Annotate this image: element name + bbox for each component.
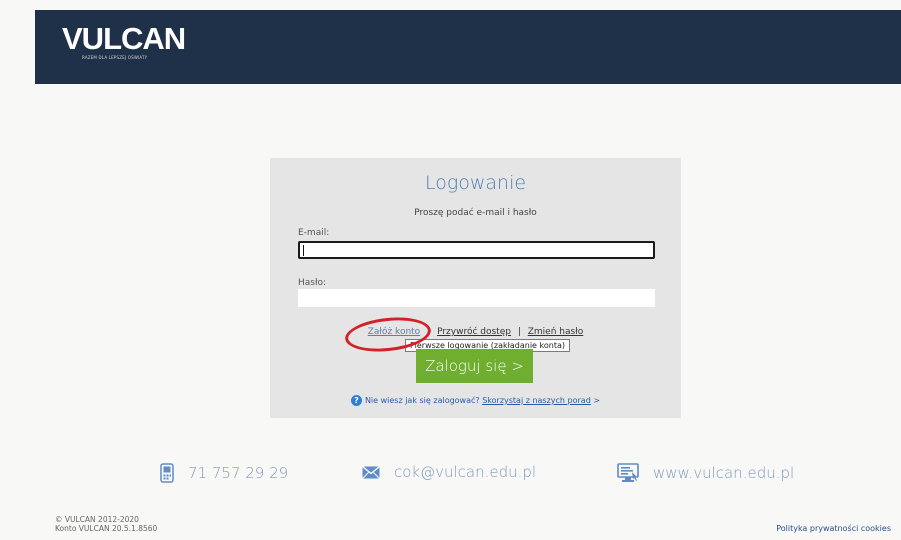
email-label: E-mail: xyxy=(298,228,330,238)
contact-phone: 71 757 29 29 xyxy=(160,463,288,483)
password-label: Hasło: xyxy=(298,278,327,288)
restore-access-link[interactable]: Przywróć dostęp xyxy=(437,327,511,337)
link-separator: | xyxy=(517,327,521,337)
help-link[interactable]: Skorzystaj z naszych porad xyxy=(482,396,591,405)
envelope-icon xyxy=(362,465,380,479)
login-title: Logowanie xyxy=(424,172,527,194)
contact-email-address[interactable]: cok@vulcan.edu.pl xyxy=(394,463,536,481)
phone-icon xyxy=(160,463,174,483)
email-field[interactable] xyxy=(298,241,655,259)
website-url[interactable]: www.vulcan.edu.pl xyxy=(653,464,794,482)
version-text: Konto VULCAN 20.5.1.8560 xyxy=(55,524,158,533)
help-text: Nie wiesz jak się zalogować? xyxy=(364,396,480,405)
change-password-link[interactable]: Zmień hasło xyxy=(528,327,584,337)
password-field[interactable] xyxy=(298,289,655,307)
phone-number: 71 757 29 29 xyxy=(188,464,289,482)
contact-website: www.vulcan.edu.pl xyxy=(617,463,794,483)
help-row: ? Nie wiesz jak się zalogować? Skorzystaj… xyxy=(270,395,681,406)
contact-email: cok@vulcan.edu.pl xyxy=(362,463,536,481)
login-button[interactable]: Zaloguj się > xyxy=(416,349,533,383)
copyright-text: © VULCAN 2012-2020 xyxy=(55,515,139,524)
page: VULCAN RAZEM DLA LEPSZEJ OŚWIATY Logowan… xyxy=(0,0,901,540)
cookies-link[interactable]: Polityka prywatności cookies xyxy=(776,524,891,533)
copyright-block: © VULCAN 2012-2020 Konto VULCAN 20.5.1.8… xyxy=(55,515,157,533)
logo-text: VULCAN xyxy=(62,21,186,56)
header-bar: VULCAN RAZEM DLA LEPSZEJ OŚWIATY xyxy=(35,10,901,84)
computer-icon xyxy=(617,463,639,482)
login-subtitle: Proszę podać e-mail i hasło xyxy=(414,208,537,218)
question-icon: ? xyxy=(350,395,362,406)
text-caret xyxy=(303,245,304,256)
login-panel: Logowanie Proszę podać e-mail i hasło E-… xyxy=(270,158,681,418)
help-arrow: > xyxy=(593,396,601,405)
vulcan-logo[interactable]: VULCAN RAZEM DLA LEPSZEJ OŚWIATY xyxy=(62,21,186,60)
account-links: Załóż konto Przywróć dostęp | Zmień hasł… xyxy=(270,327,681,337)
